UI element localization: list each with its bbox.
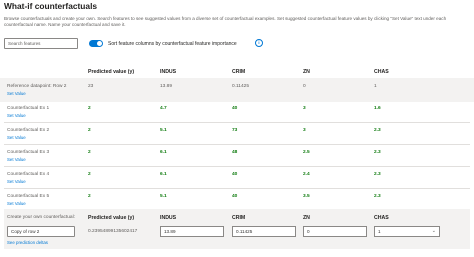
row-5-crim: 40 [232, 194, 238, 199]
row-3-indus: 6.1 [160, 150, 167, 155]
column-header-predicted: Predicted value (y) [88, 69, 135, 75]
column-header-crim: CRIM [232, 69, 246, 75]
sort-importance-toggle[interactable] [89, 40, 103, 47]
chas-dropdown[interactable]: 1 ⌄ [374, 226, 440, 237]
row-1-predicted: 2 [88, 106, 91, 111]
row-5-indus: 5.1 [160, 194, 167, 199]
row-2-crim: 73 [232, 128, 238, 133]
row-4-indus: 6.1 [160, 172, 167, 177]
row-1-crim: 40 [232, 106, 238, 111]
reference-predicted: 23 [88, 84, 94, 89]
reference-set-value-link[interactable]: Set Value [7, 91, 26, 96]
create-header-crim: CRIM [232, 215, 246, 221]
toggle-knob [97, 41, 102, 46]
row-3-predicted: 2 [88, 150, 91, 155]
reference-zn: 0 [303, 84, 306, 89]
create-label: Create your own counterfactual: [7, 215, 75, 220]
row-3-name: Counterfactual Ex 3 [7, 150, 50, 155]
row-5-zn: 3.5 [303, 194, 310, 199]
create-header-predicted: Predicted value (y) [88, 215, 135, 221]
column-header-indus: INDUS [160, 69, 177, 75]
reference-chas: 1 [374, 84, 377, 89]
create-predicted-value: 0.23954899135602417 [88, 229, 138, 234]
row-5-predicted: 2 [88, 194, 91, 199]
indus-input[interactable] [160, 226, 224, 237]
create-header-chas: CHAS [374, 215, 389, 221]
row-1-zn: 3 [303, 106, 306, 111]
crim-input[interactable] [232, 226, 296, 237]
row-2-name: Counterfactual Ex 2 [7, 128, 50, 133]
reference-row-name: Reference datapoint: Row 2 [7, 84, 67, 89]
row-2-predicted: 2 [88, 128, 91, 133]
counterfactual-name-input[interactable] [7, 226, 75, 237]
column-header-chas: CHAS [374, 69, 389, 75]
row-4-name: Counterfactual Ex 4 [7, 172, 50, 177]
row-3-crim: 48 [232, 150, 238, 155]
row-4-crim: 40 [232, 172, 238, 177]
see-prediction-deltas-link[interactable]: See prediction deltas [7, 240, 48, 245]
row-1-indus: 4.7 [160, 106, 167, 111]
create-header-zn: ZN [303, 215, 310, 221]
row-1-set-value-link[interactable]: Set Value [7, 113, 26, 118]
row-5-chas: 2.3 [374, 194, 381, 199]
info-icon[interactable]: i [255, 39, 263, 47]
page-title: What-if counterfactuals [4, 1, 98, 11]
row-5-set-value-link[interactable]: Set Value [7, 201, 26, 206]
row-2-chas: 2.3 [374, 128, 381, 133]
row-divider [4, 188, 470, 189]
row-1-chas: 1.6 [374, 106, 381, 111]
toggle-label: Sort feature columns by counterfactual f… [108, 40, 237, 47]
row-4-zn: 2.4 [303, 172, 310, 177]
page-description: Browse counterfactuals and create your o… [4, 16, 447, 28]
row-3-chas: 2.3 [374, 150, 381, 155]
zn-input[interactable] [303, 226, 367, 237]
row-3-zn: 2.5 [303, 150, 310, 155]
row-4-predicted: 2 [88, 172, 91, 177]
create-header-indus: INDUS [160, 215, 177, 221]
row-1-name: Counterfactual Ex 1 [7, 106, 50, 111]
reference-row [0, 78, 474, 102]
row-4-chas: 2.3 [374, 172, 381, 177]
row-divider [4, 122, 470, 123]
row-divider [4, 144, 470, 145]
chevron-down-icon: ⌄ [431, 227, 436, 234]
row-2-zn: 3 [303, 128, 306, 133]
chas-selected-value: 1 [378, 229, 381, 235]
search-features-input[interactable] [4, 38, 78, 49]
row-5-name: Counterfactual Ex 5 [7, 194, 50, 199]
row-4-set-value-link[interactable]: Set Value [7, 179, 26, 184]
row-2-set-value-link[interactable]: Set Value [7, 135, 26, 140]
column-header-zn: ZN [303, 69, 310, 75]
row-2-indus: 5.1 [160, 128, 167, 133]
row-divider [4, 166, 470, 167]
reference-indus: 13.89 [160, 84, 173, 89]
row-3-set-value-link[interactable]: Set Value [7, 157, 26, 162]
reference-crim: 0.11425 [232, 84, 249, 89]
